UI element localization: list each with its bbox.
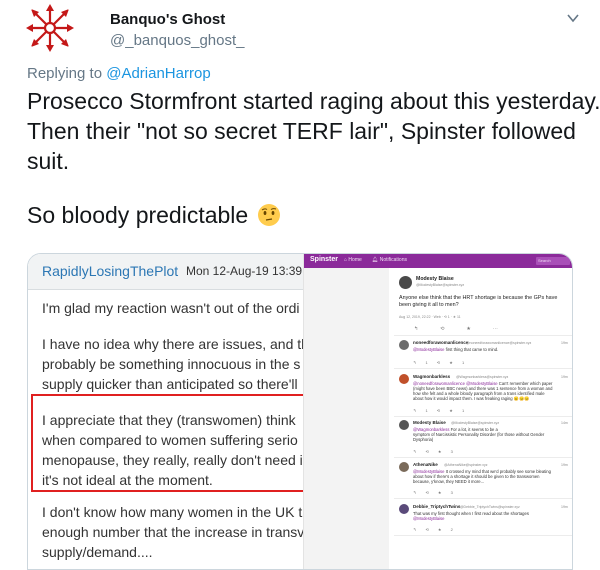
tweet-text-line: suit.	[27, 148, 70, 174]
spinster-nav-notifications-label: Notifications	[379, 257, 407, 263]
tweet-text-line: Then their "not so secret TERF lair", Sp…	[27, 118, 576, 144]
reply-actions: ↰ ⟲ ★ 3	[413, 449, 457, 454]
reply-handle: @AthenaNike@spinster.xyz	[444, 463, 488, 467]
reply-actions: ↰ 1 ⟲ ★ 1	[413, 360, 469, 365]
forum-text-line: supply/demand....	[42, 544, 153, 560]
reply-mention: @ModestyBlaise	[413, 516, 445, 521]
forum-text-line: enough number that the increase in trans…	[42, 524, 303, 540]
reply-author: Debbie_TriptychTwins	[413, 504, 461, 509]
avatar	[399, 420, 409, 430]
forum-text-line: probably be something innocuous in the s	[42, 356, 301, 372]
red-highlight-box	[31, 394, 303, 492]
avatar[interactable]	[24, 2, 76, 54]
forum-screenshot: RapidlyLosingThePlot Mon 12-Aug-19 13:39…	[28, 254, 303, 569]
spinster-post-handle: @ModestyBlaise@spinster.xyz	[416, 283, 465, 287]
reply-time: 19m	[561, 375, 568, 379]
avatar	[399, 374, 409, 384]
thinking-face-emoji-icon	[257, 204, 280, 226]
tweet-text: Prosecco Stormfront started raging about…	[27, 86, 600, 230]
tweet-text-line: Prosecco Stormfront started raging about…	[27, 88, 600, 114]
spinster-screenshot: Spinster ⌂ Home 🔔︎ Notifications Search …	[303, 254, 572, 569]
reply-author: noneedforawomanlicence	[413, 340, 469, 345]
reply-text: @ModestyBlaise first thing that came to …	[413, 347, 498, 352]
spinster-post-actions: ↰⟲★⋯	[414, 326, 520, 332]
forum-post-header: RapidlyLosingThePlot Mon 12-Aug-19 13:39…	[28, 254, 303, 290]
forum-text-line: I'm glad my reaction wasn't out of the o…	[42, 300, 300, 316]
reply-mention: @ModestyBlaise	[413, 347, 445, 352]
spinster-post-author: Modesty Blaise	[416, 276, 454, 282]
forum-text-line: I don't know how many women in the UK t	[42, 504, 303, 520]
spinster-thread: Modesty Blaise @ModestyBlaise@spinster.x…	[394, 268, 572, 569]
forum-username: RapidlyLosingThePlot	[42, 263, 179, 279]
forum-post-date: Mon 12-Aug-19 13:39:28	[186, 264, 303, 278]
avatar	[399, 462, 409, 472]
reply-time: 14m	[561, 421, 568, 425]
reply-actions: ↰ 1 ⟲ ★ 1	[413, 408, 469, 413]
reply-text-line: because, y'know, they NEED it more...	[413, 479, 485, 484]
tweet: Banquo's Ghost @_banquos_ghost_ Replying…	[0, 0, 600, 570]
avatar	[399, 504, 409, 514]
spinster-nav-home: ⌂ Home	[344, 257, 362, 263]
spinster-post-text: Anyone else think that the HRT shortage …	[399, 295, 558, 301]
reply-handle: @Debbie_TriptychTwins@spinster.xyz	[460, 505, 520, 509]
spinster-logo: Spinster	[310, 256, 339, 263]
reply-text-line: first thing that came to mind.	[445, 347, 499, 352]
reply-handle: @ModestyBlaise@spinster.xyz	[451, 421, 500, 425]
tweet-final-text: So bloody predictable	[27, 202, 249, 228]
reply-time: 19m	[561, 505, 568, 509]
author-handle[interactable]: @_banquos_ghost_	[110, 32, 245, 49]
reply-mention-line: @ModestyBlaise	[413, 516, 444, 521]
tweet-final-line: So bloody predictable	[27, 200, 587, 230]
reply-text-line: Dysphoria)	[413, 437, 434, 442]
spinster-post-meta: Aug 12, 2019, 22:22 · Web · ⟲ 1 · ★ 11	[399, 315, 461, 319]
spinster-post-text: been giving it all to men?	[399, 302, 459, 308]
reply-author: Wagmonbarkless	[413, 374, 451, 379]
avatar	[399, 276, 412, 289]
spinster-nav-home-label: Home	[348, 257, 362, 263]
spinster-navbar: Spinster ⌂ Home 🔔︎ Notifications Search	[304, 254, 572, 268]
reply-actions: ↰ ⟲ ★ 3	[413, 490, 457, 495]
forum-text-line: I have no idea why there are issues, and…	[42, 336, 303, 352]
reply-actions: ↰ ⟲ ★ 2	[413, 527, 457, 532]
spinster-nav-notifications: 🔔︎ Notifications	[372, 257, 407, 263]
author-name[interactable]: Banquo's Ghost	[110, 11, 225, 28]
attached-image[interactable]: RapidlyLosingThePlot Mon 12-Aug-19 13:39…	[27, 253, 573, 570]
reply-handle: @Wagmonbarkless@spinster.xyz	[456, 375, 509, 379]
replying-to-label: Replying to	[27, 65, 107, 82]
forum-text-line: supply quicker than anticipated so there…	[42, 376, 298, 392]
reply-handle: @noneedforawomanlicence@spinster.xyz	[466, 341, 532, 345]
reply-author: AthenaNike	[413, 462, 438, 467]
reply-time: 19m	[561, 463, 568, 467]
reply-text-line: about how it would impact them. I was fr…	[413, 396, 530, 401]
avatar	[399, 340, 409, 350]
spinster-search: Search	[536, 257, 570, 265]
chaos-star-icon	[26, 4, 74, 52]
chevron-down-icon[interactable]	[566, 11, 580, 25]
replying-to: Replying to @AdrianHarrop	[27, 65, 211, 82]
reply-time: 19m	[561, 341, 568, 345]
reply-mention-link[interactable]: @AdrianHarrop	[106, 65, 210, 82]
reply-author: Modesty Blaise	[413, 420, 446, 425]
spinster-sidebar	[304, 268, 389, 569]
